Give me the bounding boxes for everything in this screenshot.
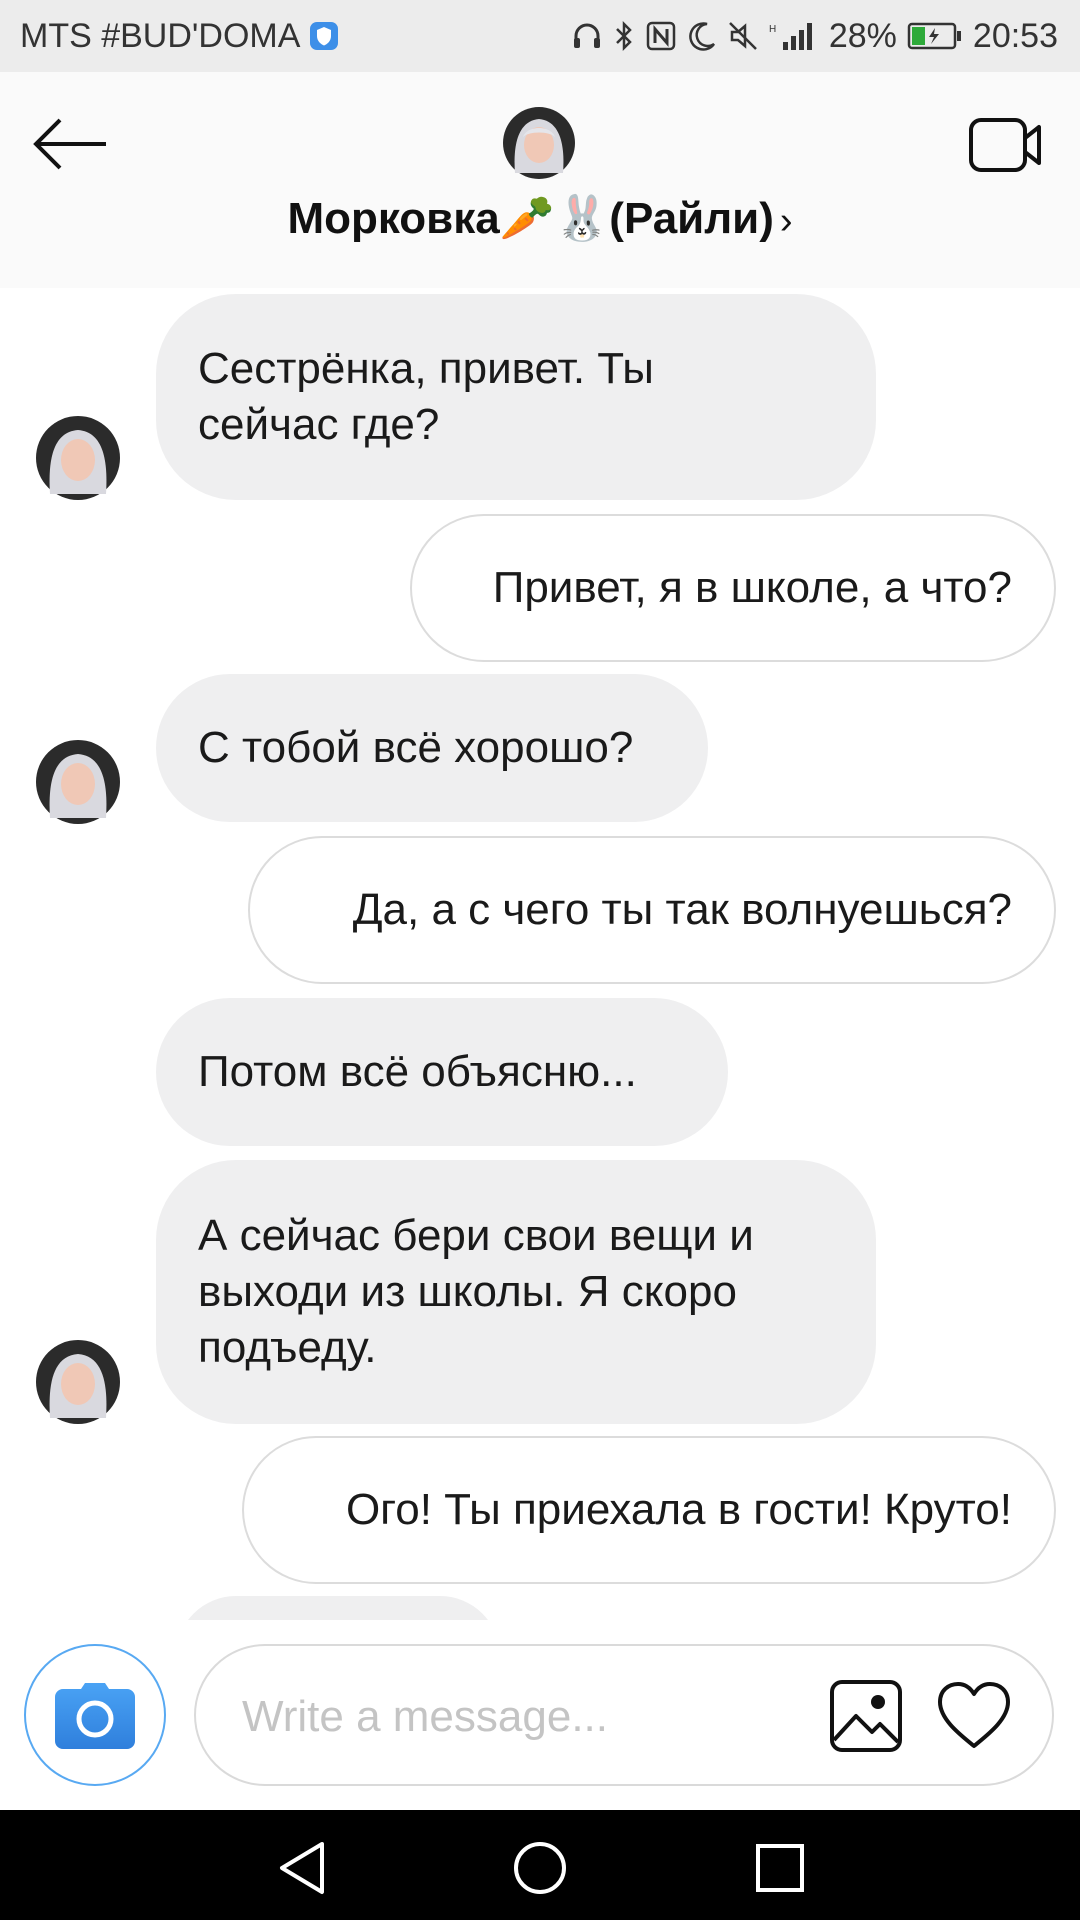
svg-text:H: H	[769, 24, 776, 35]
nav-back-icon[interactable]	[274, 1838, 334, 1898]
message-input[interactable]	[240, 1676, 784, 1758]
status-left: MTS #BUD'DOMA	[20, 17, 340, 56]
message-text: А сейчас бери свои вещи и выходи из школ…	[198, 1211, 754, 1372]
incoming-message[interactable]: Потом всё объясню...	[156, 998, 728, 1146]
status-right: H 28% 20:53	[571, 17, 1058, 56]
headphones-icon	[573, 23, 600, 48]
camera-icon	[55, 1683, 135, 1749]
chevron-right-icon: ›	[779, 200, 793, 242]
nav-recents-icon[interactable]	[750, 1838, 810, 1898]
heart-icon[interactable]	[936, 1680, 1012, 1752]
message-text: С тобой всё хорошо?	[198, 723, 634, 772]
incoming-message[interactable]: Сестрёнка, привет. Ты сейчас где?	[156, 294, 876, 500]
system-nav-bar	[0, 1810, 1080, 1920]
message-text: Да, а с чего ты так волнуешься?	[352, 885, 1012, 934]
message-input-wrapper	[194, 1644, 1054, 1786]
message-text: Ого! Ты приехала в гости! Круто!	[345, 1485, 1012, 1534]
outgoing-message[interactable]: Ого! Ты приехала в гости! Круто!	[242, 1436, 1056, 1584]
battery-percent: 28%	[828, 16, 897, 55]
clock: 20:53	[972, 16, 1058, 55]
message-text: Сестрёнка, привет. Ты сейчас где?	[198, 344, 654, 449]
status-bar: MTS #BUD'DOMA H 28% 20:53	[0, 0, 1080, 72]
camera-button[interactable]	[24, 1644, 166, 1786]
chat-title[interactable]: Морковка🥕🐰(Райли) ›	[0, 192, 1080, 244]
bluetooth-icon	[615, 20, 632, 52]
outgoing-message[interactable]: Привет, я в школе, а что?	[410, 514, 1056, 662]
sender-avatar[interactable]	[36, 1340, 120, 1424]
chat-header: Морковка🥕🐰(Райли) ›	[0, 72, 1080, 288]
incoming-message[interactable]: С тобой всё хорошо?	[156, 674, 708, 822]
message-composer	[0, 1620, 1080, 1810]
message-list[interactable]: Сестрёнка, привет. Ты сейчас где? Привет…	[0, 288, 1080, 1620]
mute-icon	[728, 22, 757, 50]
signal-icon: H	[769, 23, 812, 50]
sender-avatar[interactable]	[36, 740, 120, 824]
message-text: Потом всё объясню...	[198, 1047, 637, 1096]
back-arrow-icon[interactable]	[30, 112, 110, 176]
avatar[interactable]	[503, 107, 575, 179]
incoming-message-partial[interactable]	[176, 1596, 500, 1620]
carrier-name: MTS #BUD'DOMA	[20, 16, 301, 55]
video-call-icon[interactable]	[968, 112, 1044, 176]
sender-avatar[interactable]	[36, 416, 120, 500]
battery-icon	[907, 22, 961, 50]
gallery-icon[interactable]	[828, 1678, 904, 1754]
nfc-icon	[646, 21, 676, 51]
incoming-message[interactable]: А сейчас бери свои вещи и выходи из школ…	[156, 1160, 876, 1424]
message-text: Привет, я в школе, а что?	[492, 563, 1012, 612]
moon-icon	[688, 22, 715, 51]
shield-icon	[310, 22, 339, 50]
chat-title-text: Морковка🥕🐰(Райли)	[287, 194, 774, 243]
outgoing-message[interactable]: Да, а с чего ты так волнуешься?	[248, 836, 1056, 984]
nav-home-icon[interactable]	[510, 1838, 570, 1898]
